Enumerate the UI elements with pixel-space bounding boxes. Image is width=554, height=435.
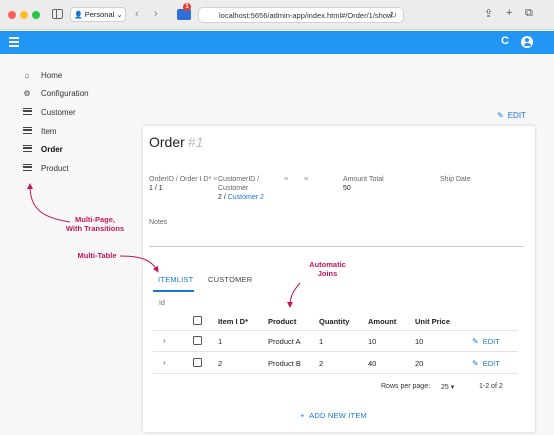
tab-customer[interactable]: CUSTOMER [208,275,252,284]
column-header-product[interactable]: Product [268,317,296,326]
add-new-item-button[interactable]: + ADD NEW ITEM [300,411,367,420]
field-value-customer: 2 / Customer 2 [218,194,264,201]
home-icon: ⌂ [24,70,30,80]
share-icon[interactable]: ⇪ [484,7,493,20]
field-value-amount-total: 50 [343,185,351,192]
account-icon[interactable] [521,36,533,48]
row-edit-button[interactable]: ✎ EDIT [472,337,500,346]
address-bar[interactable]: localhost:5656/admin-app/index.html#/Ord… [198,7,404,23]
url-text: localhost:5656/admin-app/index.html#/Ord… [219,11,393,20]
field-label-notes: Notes [149,219,168,226]
column-header-amount[interactable]: Amount [368,317,396,326]
sidebar-toggle-icon[interactable] [52,9,63,19]
cell-item-id: 2 [218,359,223,368]
list-icon [22,126,32,134]
back-arrow-icon[interactable]: ‹ [135,8,139,20]
id-label: Id [159,300,165,307]
cell-product-link[interactable]: Product A [268,337,301,346]
cell-quantity: 2 [319,359,324,368]
field-value-orderid: 1 / 1 [149,185,163,192]
column-header-unit-price[interactable]: Unit Price [415,317,450,326]
row-edit-button[interactable]: ✎ EDIT [472,359,500,368]
cell-amount: 40 [368,359,377,368]
tab-indicator [153,290,194,292]
customer-link[interactable]: Customer 2 [228,194,264,201]
row-divider [153,330,518,331]
cell-quantity: 1 [319,337,324,346]
sidebar-item-customer[interactable]: Customer [22,105,76,119]
cell-amount: 10 [368,337,377,346]
record-number: #1 [187,134,204,150]
sidebar-item-label: Home [41,70,63,80]
pencil-icon: ✎ [472,337,479,346]
row-checkbox[interactable] [193,336,202,345]
annotation-multi-table: Multi-Table [77,251,117,260]
cell-unit-price: 10 [415,337,424,346]
pencil-icon: ✎ [472,359,479,368]
list-icon [22,107,32,115]
divider [149,246,524,247]
gear-icon: ⚙ [23,88,31,98]
column-header-quantity[interactable]: Quantity [319,317,349,326]
rows-per-page-select[interactable]: 25 ▾ [441,383,454,391]
pencil-icon: ✎ [497,111,504,120]
expand-row-icon[interactable]: › [163,336,166,345]
forward-arrow-icon[interactable]: › [154,8,158,20]
column-header-item-id[interactable]: Item I D* [218,317,248,326]
sidebar-item-order[interactable]: Order [22,142,63,156]
profile-switcher[interactable]: 👤 Personal ⌄ [70,7,126,22]
pagination-range: 1-2 of 2 [479,383,503,390]
field-label-customer: CustomerID / Customer [218,176,260,192]
new-tab-icon[interactable]: + [506,7,512,19]
person-icon: 👤 [74,12,83,19]
edit-button[interactable]: ✎ EDIT [497,111,526,120]
record-title: Order [149,134,185,150]
dropdown-arrow-icon: ▾ [450,384,455,391]
field-label-amount-total: Amount Total [343,176,384,183]
tab-overview-icon[interactable] [177,9,191,20]
field-label-orderid: OrderID / Order I D* ≡ [149,176,218,183]
annotation-automatic-joins: Automatic Joins [309,260,346,278]
tab-grid-icon[interactable]: ⧉ [525,7,533,20]
field-label-ship-date: Ship Date [440,176,471,183]
notification-badge: 1 [183,3,191,11]
minimize-window-button[interactable] [20,11,28,19]
cell-item-id: 1 [218,337,223,346]
cell-unit-price: 20 [415,359,424,368]
tab-itemlist[interactable]: ITEMLIST [158,275,193,284]
sidebar-item-home[interactable]: ⌂ Home [22,68,63,82]
select-all-checkbox[interactable] [193,316,202,325]
list-icon [22,144,32,152]
sidebar-item-label: Order [41,144,63,154]
expand-row-icon[interactable]: › [163,358,166,367]
sidebar-item-label: Customer [41,107,76,117]
row-divider [153,351,518,352]
close-window-button[interactable] [8,11,16,19]
sidebar-item-label: Product [41,163,69,173]
app-bar: C [0,31,554,54]
sort-icon: ≡ [304,176,309,183]
row-checkbox[interactable] [193,358,202,367]
plus-icon: + [300,411,305,420]
rows-per-page-label: Rows per page: [381,383,431,390]
record-card [143,126,535,432]
profile-label: Personal [84,10,115,19]
sidebar-item-label: Configuration [41,88,89,98]
edit-label: EDIT [507,111,526,120]
sidebar-item-product[interactable]: Product [22,161,69,175]
row-divider [153,373,518,374]
refresh-icon[interactable]: C [501,35,509,47]
cell-product-link[interactable]: Product B [268,359,301,368]
browser-toolbar: 👤 Personal ⌄ ‹ › 1 localhost:5656/admin-a… [0,0,554,30]
page-title: Order #1 [149,134,203,150]
sort-icon: ≡ [284,176,289,183]
sidebar-item-item[interactable]: Item [22,124,57,138]
sidebar-item-configuration[interactable]: ⚙ Configuration [22,86,89,100]
zoom-window-button[interactable] [32,11,40,19]
reload-icon[interactable]: ↻ [389,10,397,21]
list-icon [22,163,32,171]
annotation-multi-page: Multi-Page, With Transitions [65,215,125,233]
menu-icon[interactable] [9,37,19,47]
sidebar-item-label: Item [41,126,57,136]
